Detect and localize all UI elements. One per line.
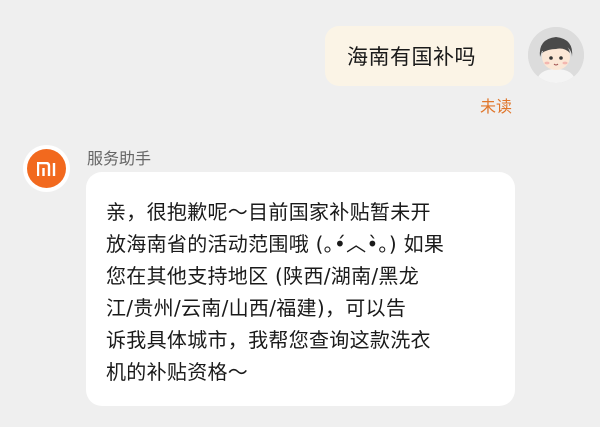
bot-message-line: 江/贵州/云南/山西/福建)，可以告 bbox=[106, 296, 407, 320]
bot-message-line: 机的补贴资格～ bbox=[106, 360, 249, 384]
bot-avatar[interactable] bbox=[23, 145, 70, 192]
message-status: 未读 bbox=[480, 97, 513, 116]
bot-message-line: 放海南省的活动范围哦 (｡•́︿•̀｡) 如果 bbox=[106, 232, 445, 256]
cartoon-avatar-icon bbox=[528, 27, 584, 83]
user-avatar[interactable] bbox=[528, 27, 584, 83]
bot-sender-name: 服务助手 bbox=[87, 149, 152, 168]
user-message-text: 海南有国补吗 bbox=[347, 45, 476, 69]
user-message-bubble[interactable]: 海南有国补吗 bbox=[325, 26, 514, 86]
chat-screen: 海南有国补吗 未读 服务助手 亲，很抱歉呢～目前国家补贴暂未开 放海南省的活动范… bbox=[0, 0, 600, 427]
bot-message-bubble[interactable]: 亲，很抱歉呢～目前国家补贴暂未开 放海南省的活动范围哦 (｡•́︿•̀｡) 如果… bbox=[86, 172, 515, 406]
mi-logo-icon bbox=[27, 149, 66, 188]
bot-message-line: 您在其他支持地区 (陕西/湖南/黑龙 bbox=[106, 264, 420, 288]
bot-message-line: 诉我具体城市，我帮您查询这款洗衣 bbox=[106, 328, 431, 352]
bot-message-line: 亲，很抱歉呢～目前国家补贴暂未开 bbox=[106, 200, 431, 224]
